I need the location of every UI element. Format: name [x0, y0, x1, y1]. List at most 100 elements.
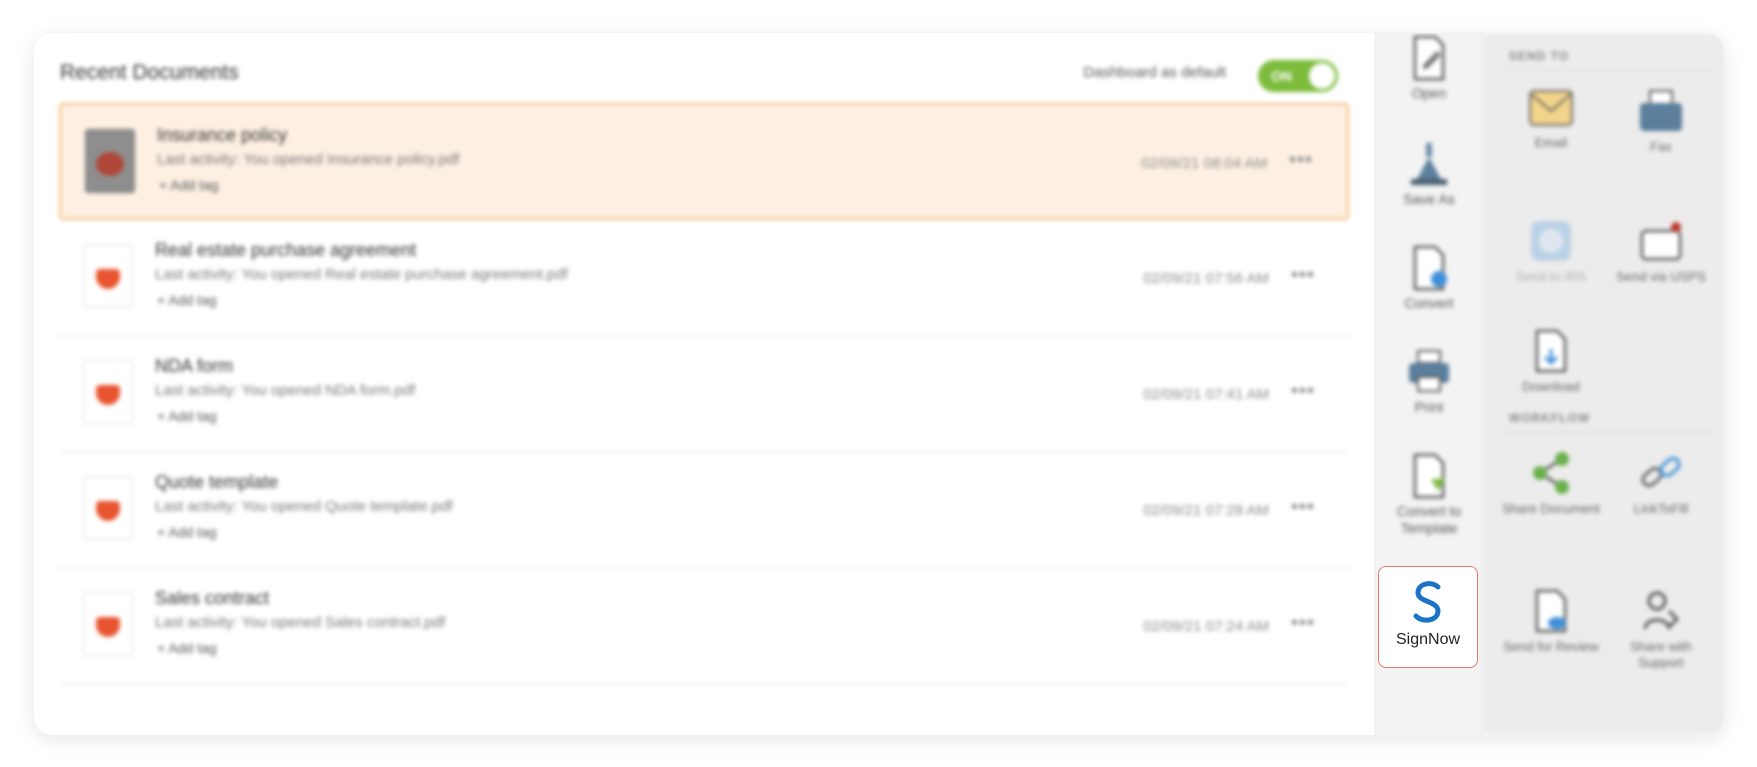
linktofill-button[interactable]: LinkToFill [1611, 451, 1711, 517]
send-to-heading: SEND TO [1509, 49, 1570, 63]
send-to-irs-label: Send to IRS [1515, 269, 1587, 284]
panel-header: Recent Documents Dashboard as default ON [60, 47, 1350, 92]
document-date: 02/09/21 07:41 AM [1143, 386, 1269, 403]
recent-documents-panel: Recent Documents Dashboard as default ON… [34, 33, 1374, 735]
open-file-icon [1413, 35, 1445, 81]
more-options-icon[interactable]: ••• [1291, 496, 1315, 519]
download-label: Download [1522, 379, 1580, 394]
tools-column: Open Save As Convert Print Convert to Te… [1374, 33, 1484, 735]
fax-button[interactable]: Fax [1611, 89, 1711, 155]
open-tool[interactable]: Open [1374, 35, 1484, 102]
document-thumbnail [85, 129, 135, 193]
add-tag-button[interactable]: + Add tag [159, 177, 219, 193]
document-thumbnail [83, 360, 133, 424]
document-activity: Last activity: You opened Quote template… [155, 498, 453, 515]
pdf-icon [96, 501, 120, 521]
convert-to-template-tool[interactable]: Convert to Template [1374, 453, 1484, 537]
convert-to-template-label: Convert to Template [1396, 503, 1462, 536]
section-divider [1505, 431, 1715, 432]
print-label: Print [1414, 399, 1444, 415]
convert-tool[interactable]: Convert [1374, 245, 1484, 312]
signnow-label: SignNow [1395, 631, 1461, 648]
page-title: Recent Documents [60, 61, 239, 84]
save-as-tool[interactable]: Save As [1374, 141, 1484, 208]
add-tag-button[interactable]: + Add tag [157, 640, 217, 656]
share-document-label: Share Document [1502, 501, 1600, 516]
print-tool[interactable]: Print [1374, 349, 1484, 416]
document-date: 02/09/21 08:04 AM [1141, 155, 1267, 172]
email-button[interactable]: Email [1501, 89, 1601, 151]
toggle-state-text: ON [1271, 68, 1292, 84]
share-with-support-button[interactable]: Share with Support [1611, 589, 1711, 671]
document-date: 02/09/21 07:24 AM [1143, 618, 1269, 635]
printer-icon [1409, 350, 1449, 392]
download-icon [1535, 329, 1567, 373]
send-for-review-button[interactable]: Send for Review [1501, 589, 1601, 655]
workflow-heading: WORKFLOW [1509, 411, 1591, 425]
pdf-icon [96, 617, 120, 637]
document-name[interactable]: NDA form [155, 356, 233, 377]
document-activity: Last activity: You opened Sales contract… [155, 614, 446, 631]
document-list: Insurance policy Last activity: You open… [59, 103, 1349, 684]
linktofill-label: LinkToFill [1633, 501, 1689, 516]
envelope-icon [1529, 90, 1573, 126]
pdf-icon [96, 385, 120, 405]
document-name[interactable]: Insurance policy [157, 125, 287, 146]
document-activity: Last activity: You opened NDA form.pdf [155, 382, 416, 399]
convert-icon [1413, 245, 1447, 291]
document-date: 02/09/21 07:56 AM [1143, 270, 1269, 287]
save-as-icon [1411, 143, 1447, 185]
document-activity: Last activity: You opened Real estate pu… [155, 266, 568, 283]
share-icon [1533, 452, 1569, 494]
document-name[interactable]: Sales contract [155, 588, 269, 609]
document-row-quote-template[interactable]: Quote template Last activity: You opened… [59, 452, 1349, 568]
dashboard-default-label: Dashboard as default [1083, 64, 1226, 81]
document-name[interactable]: Real estate purchase agreement [155, 240, 416, 261]
signnow-logo-icon [1413, 581, 1441, 623]
document-date: 02/09/21 07:28 AM [1143, 502, 1269, 519]
document-thumbnail [83, 476, 133, 540]
more-options-icon[interactable]: ••• [1289, 149, 1313, 172]
section-divider [1505, 69, 1715, 70]
convert-label: Convert [1404, 295, 1454, 311]
save-as-label: Save As [1403, 191, 1455, 207]
open-label: Open [1411, 85, 1447, 101]
signnow-button[interactable]: SignNow [1378, 566, 1478, 668]
document-preview-icon [96, 152, 124, 176]
send-via-usps-button[interactable]: Send via USPS [1611, 219, 1711, 285]
dashboard-card: Recent Documents Dashboard as default ON… [34, 33, 1724, 735]
more-options-icon[interactable]: ••• [1291, 380, 1315, 403]
fax-icon [1640, 90, 1682, 131]
download-button[interactable]: Download [1501, 329, 1601, 395]
document-name[interactable]: Quote template [155, 472, 278, 493]
send-via-usps-label: Send via USPS [1616, 269, 1706, 284]
share-document-button[interactable]: Share Document [1501, 451, 1601, 517]
add-tag-button[interactable]: + Add tag [157, 408, 217, 424]
share-with-support-label: Share with Support [1630, 639, 1692, 670]
email-label: Email [1534, 135, 1568, 150]
pdf-icon [96, 269, 120, 289]
add-tag-button[interactable]: + Add tag [157, 292, 217, 308]
send-for-review-label: Send for Review [1503, 639, 1599, 654]
template-icon [1413, 453, 1445, 499]
document-thumbnail [83, 592, 133, 656]
document-thumbnail [83, 244, 133, 308]
document-activity: Last activity: You opened Insurance poli… [157, 151, 460, 168]
fax-label: Fax [1650, 139, 1672, 154]
usps-icon [1640, 222, 1682, 261]
document-row-sales-contract[interactable]: Sales contract Last activity: You opened… [59, 568, 1349, 684]
document-row-real-estate[interactable]: Real estate purchase agreement Last acti… [59, 220, 1349, 336]
more-options-icon[interactable]: ••• [1291, 612, 1315, 635]
document-row-nda-form[interactable]: NDA form Last activity: You opened NDA f… [59, 336, 1349, 452]
send-to-panel: SEND TO Email Fax Send to IRS Send via U… [1484, 33, 1724, 735]
add-tag-button[interactable]: + Add tag [157, 524, 217, 540]
support-icon [1643, 591, 1680, 630]
link-icon [1641, 456, 1681, 488]
send-to-irs-button[interactable]: Send to IRS [1501, 219, 1601, 285]
review-icon [1535, 589, 1567, 633]
more-options-icon[interactable]: ••• [1291, 264, 1315, 287]
dashboard-default-toggle[interactable]: ON [1258, 60, 1338, 92]
toggle-knob [1309, 63, 1335, 89]
document-row-insurance-policy[interactable]: Insurance policy Last activity: You open… [59, 103, 1349, 220]
irs-icon [1531, 221, 1571, 261]
